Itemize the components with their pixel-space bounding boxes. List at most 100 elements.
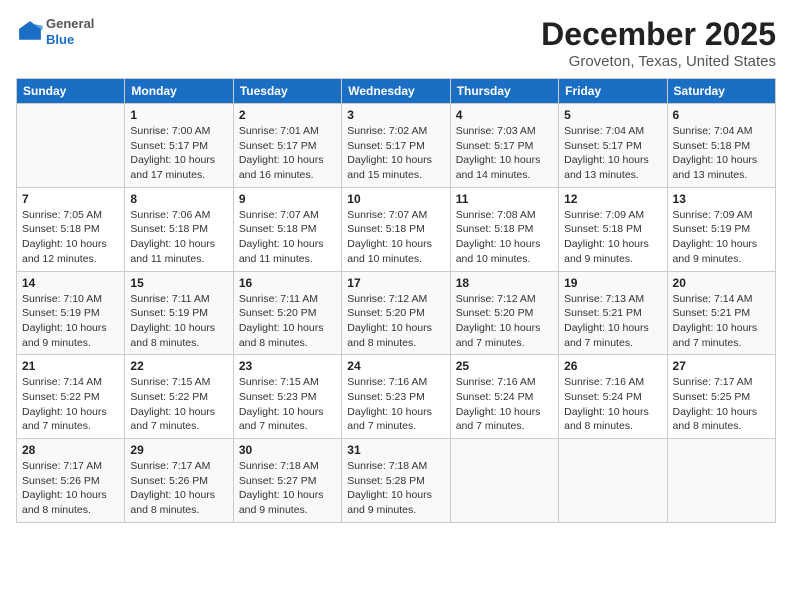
day-detail: Sunrise: 7:16 AM Sunset: 5:24 PM Dayligh… xyxy=(456,375,553,434)
weekday-header-row: SundayMondayTuesdayWednesdayThursdayFrid… xyxy=(17,79,776,104)
calendar-cell: 6Sunrise: 7:04 AM Sunset: 5:18 PM Daylig… xyxy=(667,104,775,188)
day-number: 7 xyxy=(22,192,119,206)
day-detail: Sunrise: 7:09 AM Sunset: 5:18 PM Dayligh… xyxy=(564,208,661,267)
day-detail: Sunrise: 7:12 AM Sunset: 5:20 PM Dayligh… xyxy=(456,292,553,351)
calendar-cell: 14 Sunrise: 7:10 AM Sunset: 5:19 PM Dayli… xyxy=(17,271,125,355)
day-detail: Sunrise: 7:15 AM Sunset: 5:23 PM Dayligh… xyxy=(239,375,336,434)
logo-text: General Blue xyxy=(46,16,94,47)
weekday-header: Friday xyxy=(559,79,667,104)
calendar-cell: 5 Sunrise: 7:04 AM Sunset: 5:17 PM Daylig… xyxy=(559,104,667,188)
calendar-cell: 29Sunrise: 7:17 AM Sunset: 5:26 PM Dayli… xyxy=(125,439,233,523)
day-number: 28 xyxy=(22,443,119,457)
day-detail: Sunrise: 7:11 AM Sunset: 5:20 PM Dayligh… xyxy=(239,292,336,351)
day-detail: Sunrise: 7:17 AM Sunset: 5:26 PM Dayligh… xyxy=(22,459,119,518)
calendar-cell: 27 Sunrise: 7:17 AM Sunset: 5:25 PM Dayli… xyxy=(667,355,775,439)
calendar-cell xyxy=(450,439,558,523)
day-number: 14 xyxy=(22,276,119,290)
day-detail: Sunrise: 7:10 AM Sunset: 5:19 PM Dayligh… xyxy=(22,292,119,351)
day-number: 23 xyxy=(239,359,336,373)
day-number: 15 xyxy=(130,276,227,290)
calendar-cell: 26Sunrise: 7:16 AM Sunset: 5:24 PM Dayli… xyxy=(559,355,667,439)
day-number: 1 xyxy=(130,108,227,122)
calendar-cell: 9 Sunrise: 7:07 AM Sunset: 5:18 PM Daylig… xyxy=(233,187,341,271)
day-number: 24 xyxy=(347,359,444,373)
calendar-cell: 17 Sunrise: 7:12 AM Sunset: 5:20 PM Dayli… xyxy=(342,271,450,355)
day-number: 20 xyxy=(673,276,770,290)
day-detail: Sunrise: 7:07 AM Sunset: 5:18 PM Dayligh… xyxy=(347,208,444,267)
calendar-cell: 12Sunrise: 7:09 AM Sunset: 5:18 PM Dayli… xyxy=(559,187,667,271)
logo: General Blue xyxy=(16,16,94,47)
calendar-cell: 18Sunrise: 7:12 AM Sunset: 5:20 PM Dayli… xyxy=(450,271,558,355)
day-number: 3 xyxy=(347,108,444,122)
day-number: 26 xyxy=(564,359,661,373)
weekday-header: Sunday xyxy=(17,79,125,104)
calendar-cell: 20Sunrise: 7:14 AM Sunset: 5:21 PM Dayli… xyxy=(667,271,775,355)
day-detail: Sunrise: 7:15 AM Sunset: 5:22 PM Dayligh… xyxy=(130,375,227,434)
calendar-table: SundayMondayTuesdayWednesdayThursdayFrid… xyxy=(16,78,776,523)
calendar-week-row: 1 Sunrise: 7:00 AM Sunset: 5:17 PM Daylig… xyxy=(17,104,776,188)
calendar-cell: 7Sunrise: 7:05 AM Sunset: 5:18 PM Daylig… xyxy=(17,187,125,271)
day-number: 27 xyxy=(673,359,770,373)
day-number: 31 xyxy=(347,443,444,457)
day-number: 4 xyxy=(456,108,553,122)
day-detail: Sunrise: 7:11 AM Sunset: 5:19 PM Dayligh… xyxy=(130,292,227,351)
day-number: 10 xyxy=(347,192,444,206)
calendar-week-row: 7Sunrise: 7:05 AM Sunset: 5:18 PM Daylig… xyxy=(17,187,776,271)
calendar-cell: 1 Sunrise: 7:00 AM Sunset: 5:17 PM Daylig… xyxy=(125,104,233,188)
calendar-cell: 16 Sunrise: 7:11 AM Sunset: 5:20 PM Dayli… xyxy=(233,271,341,355)
calendar-cell: 30 Sunrise: 7:18 AM Sunset: 5:27 PM Dayli… xyxy=(233,439,341,523)
day-number: 30 xyxy=(239,443,336,457)
day-number: 11 xyxy=(456,192,553,206)
logo-blue: Blue xyxy=(46,32,94,48)
day-number: 9 xyxy=(239,192,336,206)
day-detail: Sunrise: 7:14 AM Sunset: 5:22 PM Dayligh… xyxy=(22,375,119,434)
day-number: 6 xyxy=(673,108,770,122)
title-block: December 2025 Groveton, Texas, United St… xyxy=(541,16,776,70)
calendar-cell: 8Sunrise: 7:06 AM Sunset: 5:18 PM Daylig… xyxy=(125,187,233,271)
calendar-cell: 3 Sunrise: 7:02 AM Sunset: 5:17 PM Daylig… xyxy=(342,104,450,188)
page-header: General Blue December 2025 Groveton, Tex… xyxy=(16,16,776,70)
calendar-cell: 23 Sunrise: 7:15 AM Sunset: 5:23 PM Dayli… xyxy=(233,355,341,439)
calendar-cell: 4Sunrise: 7:03 AM Sunset: 5:17 PM Daylig… xyxy=(450,104,558,188)
day-number: 17 xyxy=(347,276,444,290)
day-detail: Sunrise: 7:09 AM Sunset: 5:19 PM Dayligh… xyxy=(673,208,770,267)
calendar-week-row: 21 Sunrise: 7:14 AM Sunset: 5:22 PM Dayli… xyxy=(17,355,776,439)
calendar-cell: 31 Sunrise: 7:18 AM Sunset: 5:28 PM Dayli… xyxy=(342,439,450,523)
day-number: 21 xyxy=(22,359,119,373)
day-detail: Sunrise: 7:01 AM Sunset: 5:17 PM Dayligh… xyxy=(239,124,336,183)
weekday-header: Wednesday xyxy=(342,79,450,104)
calendar-cell: 22Sunrise: 7:15 AM Sunset: 5:22 PM Dayli… xyxy=(125,355,233,439)
day-detail: Sunrise: 7:04 AM Sunset: 5:17 PM Dayligh… xyxy=(564,124,661,183)
day-number: 13 xyxy=(673,192,770,206)
day-detail: Sunrise: 7:07 AM Sunset: 5:18 PM Dayligh… xyxy=(239,208,336,267)
calendar-cell: 2Sunrise: 7:01 AM Sunset: 5:17 PM Daylig… xyxy=(233,104,341,188)
calendar-subtitle: Groveton, Texas, United States xyxy=(541,53,776,70)
logo-icon xyxy=(16,18,44,46)
weekday-header: Tuesday xyxy=(233,79,341,104)
calendar-cell: 10 Sunrise: 7:07 AM Sunset: 5:18 PM Dayli… xyxy=(342,187,450,271)
day-detail: Sunrise: 7:16 AM Sunset: 5:23 PM Dayligh… xyxy=(347,375,444,434)
calendar-cell: 15 Sunrise: 7:11 AM Sunset: 5:19 PM Dayli… xyxy=(125,271,233,355)
calendar-cell xyxy=(667,439,775,523)
calendar-cell: 13 Sunrise: 7:09 AM Sunset: 5:19 PM Dayli… xyxy=(667,187,775,271)
day-detail: Sunrise: 7:17 AM Sunset: 5:25 PM Dayligh… xyxy=(673,375,770,434)
day-number: 5 xyxy=(564,108,661,122)
calendar-cell: 24 Sunrise: 7:16 AM Sunset: 5:23 PM Dayli… xyxy=(342,355,450,439)
day-detail: Sunrise: 7:00 AM Sunset: 5:17 PM Dayligh… xyxy=(130,124,227,183)
calendar-cell: 11 Sunrise: 7:08 AM Sunset: 5:18 PM Dayli… xyxy=(450,187,558,271)
day-detail: Sunrise: 7:18 AM Sunset: 5:28 PM Dayligh… xyxy=(347,459,444,518)
day-detail: Sunrise: 7:06 AM Sunset: 5:18 PM Dayligh… xyxy=(130,208,227,267)
day-detail: Sunrise: 7:08 AM Sunset: 5:18 PM Dayligh… xyxy=(456,208,553,267)
logo-general: General xyxy=(46,16,94,32)
calendar-title: December 2025 xyxy=(541,16,776,53)
weekday-header: Monday xyxy=(125,79,233,104)
day-detail: Sunrise: 7:02 AM Sunset: 5:17 PM Dayligh… xyxy=(347,124,444,183)
day-detail: Sunrise: 7:13 AM Sunset: 5:21 PM Dayligh… xyxy=(564,292,661,351)
day-detail: Sunrise: 7:18 AM Sunset: 5:27 PM Dayligh… xyxy=(239,459,336,518)
day-detail: Sunrise: 7:12 AM Sunset: 5:20 PM Dayligh… xyxy=(347,292,444,351)
calendar-cell xyxy=(559,439,667,523)
day-number: 29 xyxy=(130,443,227,457)
calendar-week-row: 28 Sunrise: 7:17 AM Sunset: 5:26 PM Dayli… xyxy=(17,439,776,523)
day-number: 16 xyxy=(239,276,336,290)
calendar-cell xyxy=(17,104,125,188)
